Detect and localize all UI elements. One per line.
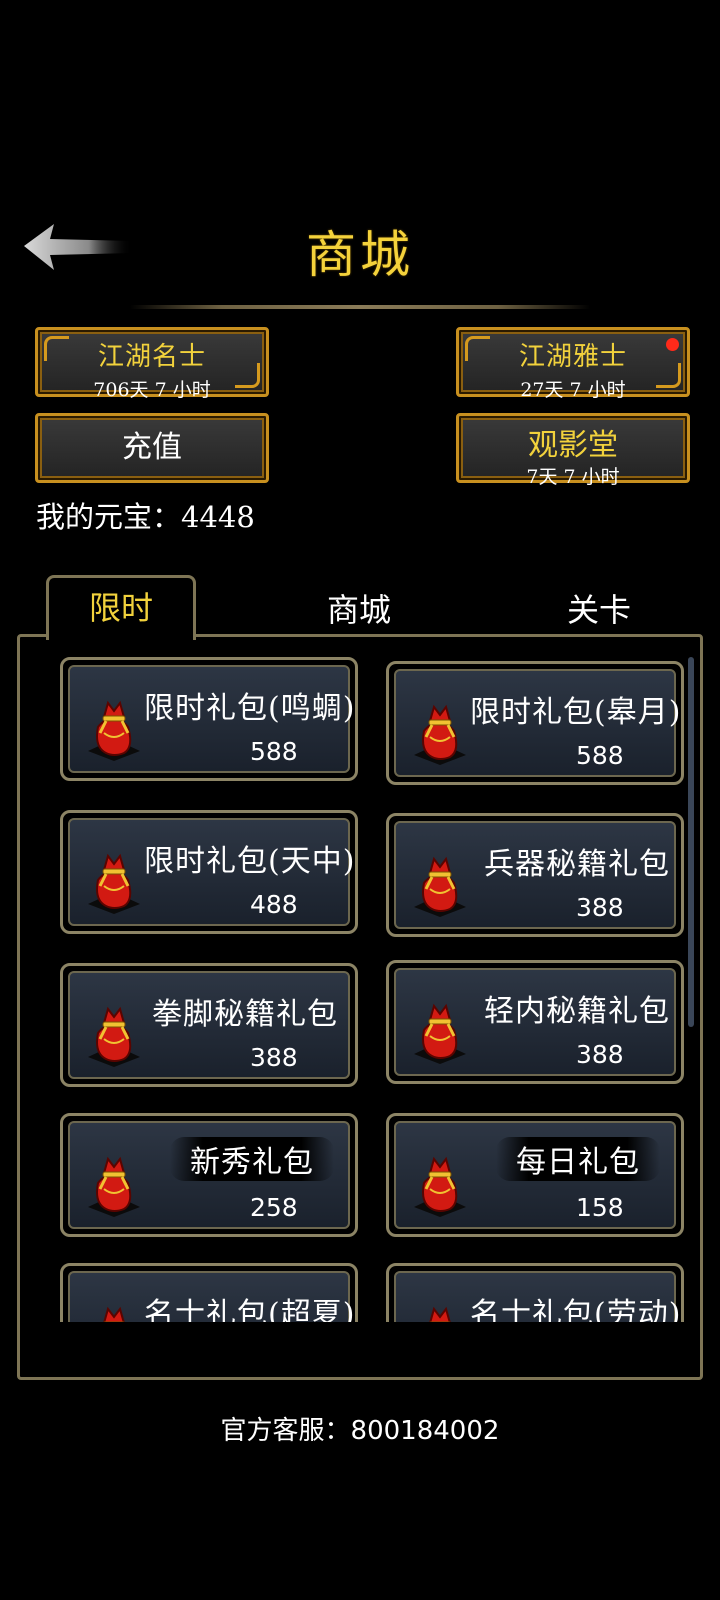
gift-bag-icon xyxy=(86,1307,142,1322)
scrollbar[interactable] xyxy=(688,657,694,1027)
gift-name: 限时礼包(鸣蜩) xyxy=(144,691,356,726)
gift-name: 名士礼包(超夏) xyxy=(144,1297,356,1322)
gift-price: 258 xyxy=(250,1193,298,1222)
gift-bag-icon xyxy=(412,857,468,919)
theater-button[interactable]: 观影堂 7天 7 小时 xyxy=(456,413,690,488)
theater-label: 观影堂 xyxy=(528,428,618,463)
gift-card[interactable]: 拳脚秘籍礼包 388 xyxy=(60,963,358,1087)
vip-card-mingshi[interactable]: 江湖名士 706天 7 小时 xyxy=(35,327,269,401)
gift-name: 兵器秘籍礼包 xyxy=(484,847,670,882)
gift-card[interactable]: 限时礼包(鸣蜩) 588 xyxy=(60,657,358,781)
gift-panel: 限时礼包(鸣蜩) 588 限时礼包(皋月) 588 限时礼包(天中) 488 兵… xyxy=(17,634,703,1380)
gift-bag-icon xyxy=(86,701,142,763)
tab-shop[interactable]: 商城 xyxy=(327,585,391,631)
customer-service: 官方客服：800184002 xyxy=(220,1416,500,1446)
gift-price: 388 xyxy=(576,893,624,922)
gift-name: 每日礼包 xyxy=(496,1137,660,1181)
ornament-corner xyxy=(656,363,681,388)
gift-name: 限时礼包(天中) xyxy=(144,844,356,879)
vip-card-yashi[interactable]: 江湖雅士 27天 7 小时 xyxy=(456,327,690,401)
vip-remaining-time: 27天 7 小时 xyxy=(520,379,626,401)
gift-name: 轻内秘籍礼包 xyxy=(484,994,670,1029)
shop-screen: 商城 江湖名士 706天 7 小时 江湖雅士 27天 7 小时 充值 观影堂 7… xyxy=(0,0,720,1600)
gift-card[interactable]: 轻内秘籍礼包 388 xyxy=(386,960,684,1084)
tab-stage[interactable]: 关卡 xyxy=(567,585,631,631)
vip-name: 江湖雅士 xyxy=(518,342,627,372)
title-divider xyxy=(130,305,590,309)
ornament-corner xyxy=(465,336,490,361)
ingot-balance: 我的元宝：4448 xyxy=(36,500,255,534)
gift-bag-icon xyxy=(86,1007,142,1069)
ornament-corner xyxy=(44,336,69,361)
gift-card[interactable]: 名士礼包(超夏) xyxy=(60,1263,358,1322)
gift-card[interactable]: 限时礼包(天中) 488 xyxy=(60,810,358,934)
gift-price: 158 xyxy=(576,1193,624,1222)
gift-card[interactable]: 名士礼包(劳动) xyxy=(386,1263,684,1322)
vip-name: 江湖名士 xyxy=(97,342,206,372)
notification-dot xyxy=(666,338,679,351)
gift-card[interactable]: 新秀礼包 258 xyxy=(60,1113,358,1237)
gift-list[interactable]: 限时礼包(鸣蜩) 588 限时礼包(皋月) 588 限时礼包(天中) 488 兵… xyxy=(40,647,700,1322)
tab-limited[interactable]: 限时 xyxy=(46,575,196,640)
page-title: 商城 xyxy=(306,226,414,284)
gift-name: 拳脚秘籍礼包 xyxy=(152,997,338,1032)
gift-card[interactable]: 兵器秘籍礼包 388 xyxy=(386,813,684,937)
gift-bag-icon xyxy=(86,854,142,916)
gift-price: 388 xyxy=(576,1040,624,1069)
gift-name: 限时礼包(皋月) xyxy=(470,695,682,730)
recharge-label: 充值 xyxy=(122,430,182,465)
gift-price: 488 xyxy=(250,890,298,919)
gift-price: 588 xyxy=(576,741,624,770)
gift-bag-icon xyxy=(412,1307,468,1322)
gift-name: 名士礼包(劳动) xyxy=(470,1297,682,1322)
gift-bag-icon xyxy=(412,1157,468,1219)
theater-remaining-time: 7天 7 小时 xyxy=(526,466,620,488)
gift-bag-icon xyxy=(412,705,468,767)
gift-price: 388 xyxy=(250,1043,298,1072)
vip-remaining-time: 706天 7 小时 xyxy=(93,379,211,401)
gift-card[interactable]: 限时礼包(皋月) 588 xyxy=(386,661,684,785)
ornament-corner xyxy=(235,363,260,388)
recharge-button[interactable]: 充值 xyxy=(35,413,269,483)
gift-bag-icon xyxy=(412,1004,468,1066)
gift-bag-icon xyxy=(86,1157,142,1219)
gift-price: 588 xyxy=(250,737,298,766)
gift-name: 新秀礼包 xyxy=(170,1137,334,1181)
gift-card[interactable]: 每日礼包 158 xyxy=(386,1113,684,1237)
